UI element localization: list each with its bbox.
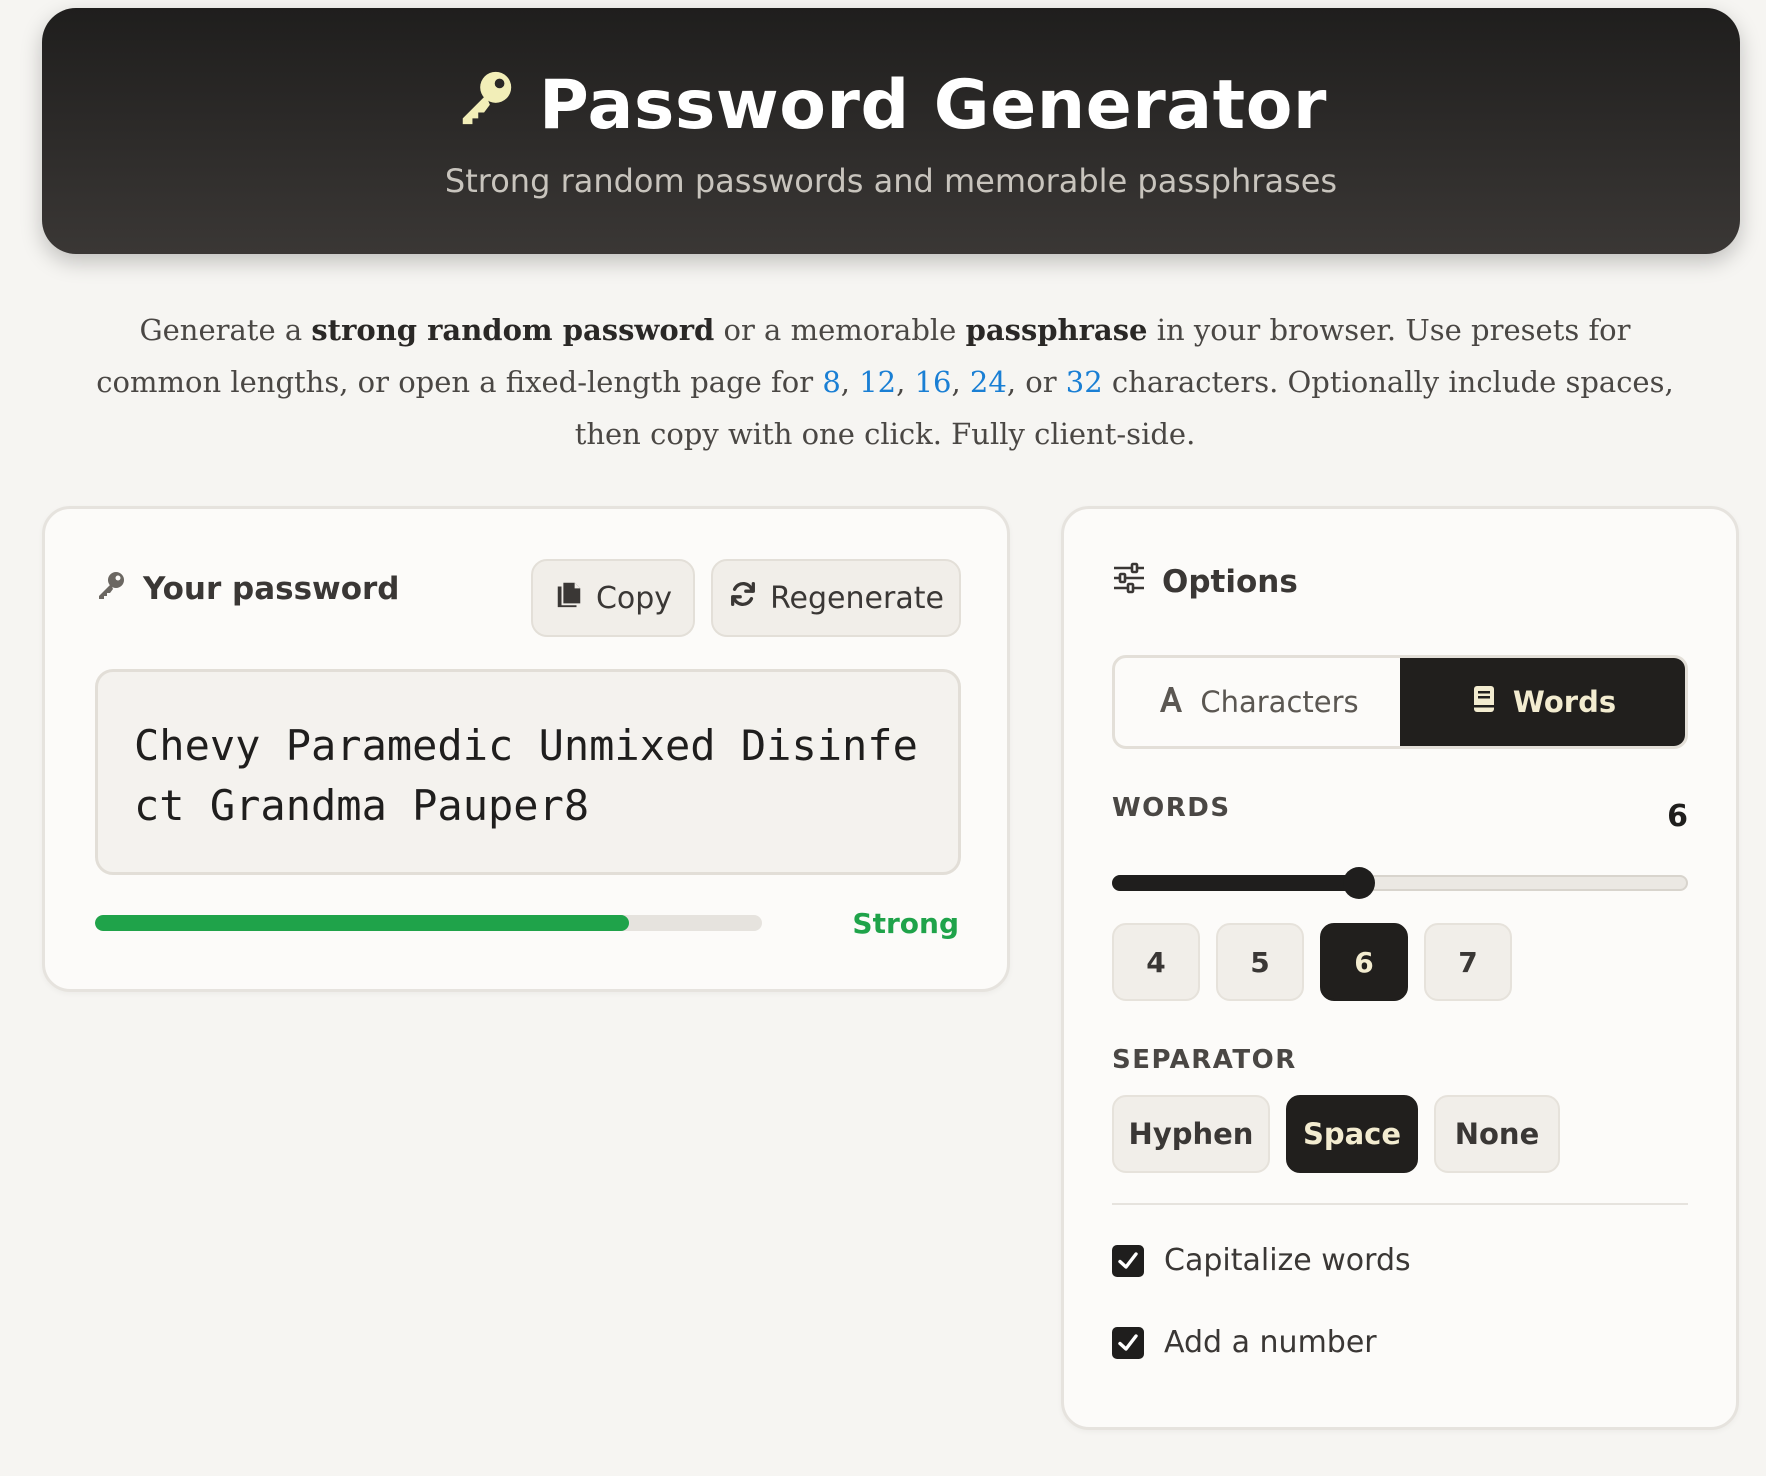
- add-number-label: Add a number: [1164, 1325, 1377, 1360]
- checkbox-checked-icon[interactable]: [1112, 1244, 1144, 1277]
- separator-hyphen-button[interactable]: Hyphen: [1112, 1095, 1270, 1173]
- link-length-12[interactable]: 12: [859, 365, 896, 399]
- regenerate-button[interactable]: Regenerate: [711, 559, 961, 637]
- capitalize-words-checkbox[interactable]: Capitalize words: [1112, 1243, 1411, 1278]
- words-slider[interactable]: [1112, 867, 1688, 899]
- link-length-32[interactable]: 32: [1066, 365, 1103, 399]
- mode-characters-button[interactable]: Characters: [1115, 658, 1400, 746]
- intro-text: Generate a strong random password or a m…: [90, 304, 1680, 460]
- intro-text-part: ,: [896, 365, 915, 399]
- word-preset-7[interactable]: 7: [1424, 923, 1512, 1001]
- strength-label: Strong: [852, 907, 959, 940]
- refresh-icon: [728, 579, 758, 617]
- regenerate-button-label: Regenerate: [770, 580, 944, 616]
- page-title-text: Password Generator: [539, 66, 1327, 145]
- words-count-value: 6: [1667, 799, 1688, 834]
- separator-section-label: SEPARATOR: [1112, 1045, 1297, 1075]
- intro-text-part: or a memorable: [714, 313, 966, 347]
- mode-words-label: Words: [1512, 685, 1617, 719]
- intro-text-part: Generate a: [139, 313, 312, 347]
- password-card: Your password Copy Regenerate Chevy Para…: [42, 506, 1010, 992]
- password-label: Your password: [95, 569, 399, 609]
- copy-button[interactable]: Copy: [531, 559, 695, 637]
- key-icon: [95, 569, 127, 609]
- options-card: Options Characters Words WORDS 6 4 5 6 7…: [1061, 506, 1739, 1430]
- link-length-16[interactable]: 16: [915, 365, 952, 399]
- slider-thumb[interactable]: [1342, 867, 1375, 899]
- intro-text-part: , or: [1006, 365, 1066, 399]
- intro-bold-strong-password: strong random password: [311, 313, 715, 347]
- mode-toggle: Characters Words: [1112, 655, 1688, 749]
- intro-bold-passphrase: passphrase: [965, 313, 1148, 347]
- word-preset-6[interactable]: 6: [1320, 923, 1408, 1001]
- password-output[interactable]: Chevy Paramedic Unmixed Disinfect Grandm…: [95, 669, 961, 875]
- intro-text-part: ,: [840, 365, 860, 399]
- letter-a-icon: [1156, 684, 1186, 721]
- book-icon: [1469, 684, 1499, 721]
- separator-none-button[interactable]: None: [1434, 1095, 1560, 1173]
- page-subtitle: Strong random passwords and memorable pa…: [444, 162, 1338, 200]
- checkbox-checked-icon[interactable]: [1112, 1326, 1144, 1359]
- mode-words-button[interactable]: Words: [1400, 658, 1685, 746]
- options-divider: [1112, 1203, 1688, 1205]
- word-preset-4[interactable]: 4: [1112, 923, 1200, 1001]
- options-title: Options: [1112, 561, 1298, 603]
- slider-fill: [1112, 875, 1359, 891]
- word-preset-5[interactable]: 5: [1216, 923, 1304, 1001]
- options-title-text: Options: [1162, 564, 1298, 600]
- mode-characters-label: Characters: [1200, 685, 1359, 719]
- password-label-text: Your password: [143, 571, 400, 607]
- strength-meter-fill: [95, 915, 629, 931]
- add-number-checkbox[interactable]: Add a number: [1112, 1325, 1377, 1360]
- words-section-label: WORDS: [1112, 793, 1231, 823]
- copy-icon: [554, 579, 584, 617]
- page-title: Password Generator: [42, 66, 1740, 145]
- sliders-icon: [1112, 561, 1146, 603]
- separator-space-button[interactable]: Space: [1286, 1095, 1418, 1173]
- intro-text-part: ,: [951, 365, 970, 399]
- link-length-24[interactable]: 24: [970, 365, 1007, 399]
- link-length-8[interactable]: 8: [822, 365, 840, 399]
- strength-meter: [95, 915, 762, 931]
- app-header: Password Generator Strong random passwor…: [42, 8, 1740, 254]
- capitalize-words-label: Capitalize words: [1164, 1243, 1411, 1278]
- key-icon: [455, 66, 517, 145]
- copy-button-label: Copy: [595, 580, 673, 616]
